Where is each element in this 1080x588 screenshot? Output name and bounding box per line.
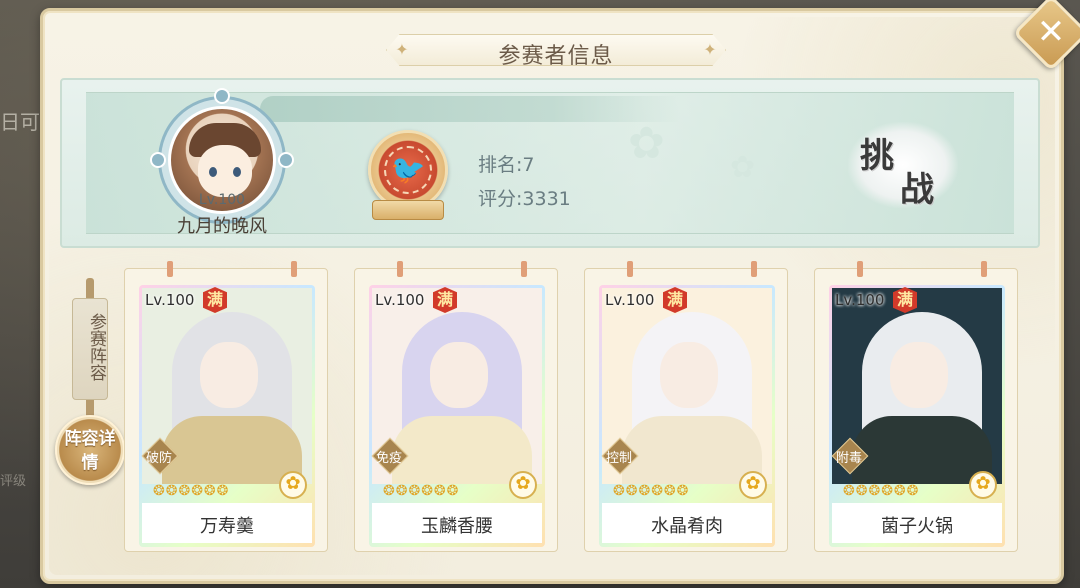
character-face — [430, 342, 488, 408]
player-level: Lv.100 — [198, 192, 246, 208]
star-rating: ❂❂❂❂❂❂ — [613, 483, 690, 499]
card-peg — [751, 261, 757, 277]
challenge-label-2[interactable]: 战 — [900, 162, 934, 211]
card-name-bar: 玉麟香腰 — [372, 503, 542, 543]
character-face — [200, 342, 258, 408]
card-level: Lv.100 — [375, 291, 425, 309]
lineup-card-slot: Lv.100 满 免疫 ❂❂❂❂❂❂ ✿ 玉麟香腰 — [354, 261, 558, 552]
character-body — [392, 416, 532, 484]
card-peg — [167, 261, 173, 277]
card-name-bar: 万寿羹 — [142, 503, 312, 543]
lineup-card-slot: Lv.100 满 破防 ❂❂❂❂❂❂ ✿ 万寿羹 — [124, 261, 328, 552]
card-peg — [627, 261, 633, 277]
flower-element-icon: ✿ — [279, 471, 307, 499]
phoenix-icon: 🐦 — [384, 146, 432, 194]
character-body — [852, 416, 992, 484]
character-card[interactable]: Lv.100 满 附毒 ❂❂❂❂❂❂ ✿ 菌子火锅 — [829, 285, 1005, 547]
lineup-detail-label[interactable]: 阵容详情 — [61, 427, 119, 475]
close-icon[interactable]: ✕ — [1024, 6, 1078, 60]
skill-tag: 附毒 — [829, 437, 869, 475]
lineup-label-text: 参赛阵容 — [86, 313, 106, 381]
star-rating: ❂❂❂❂❂❂ — [153, 483, 230, 499]
star-rating: ❂❂❂❂❂❂ — [843, 483, 920, 499]
player-score: 评分:3331 — [478, 188, 571, 210]
character-card[interactable]: Lv.100 满 控制 ❂❂❂❂❂❂ ✿ 水晶肴肉 — [599, 285, 775, 547]
character-card[interactable]: Lv.100 满 免疫 ❂❂❂❂❂❂ ✿ 玉麟香腰 — [369, 285, 545, 547]
dialog-title: 参赛者信息 — [498, 44, 614, 69]
lineup-card-slot: Lv.100 满 附毒 ❂❂❂❂❂❂ ✿ 菌子火锅 — [814, 261, 1018, 552]
card-name-bar: 水晶肴肉 — [602, 503, 772, 543]
background-text: 日可 — [0, 110, 40, 134]
player-name: 九月的晚风 — [177, 216, 267, 237]
flower-decoration-icon: ✿ — [628, 118, 665, 169]
avatar-face — [198, 145, 252, 197]
character-name: 万寿羹 — [200, 516, 254, 537]
skill-tag-label: 免疫 — [375, 451, 402, 466]
wave-decoration — [260, 96, 680, 122]
skill-tag: 免疫 — [369, 437, 409, 475]
card-peg — [857, 261, 863, 277]
character-face — [890, 342, 948, 408]
emblem-ribbon — [372, 200, 444, 220]
background-text-2: 评级 — [0, 474, 27, 489]
card-name-bar: 菌子火锅 — [832, 503, 1002, 543]
character-card[interactable]: Lv.100 满 破防 ❂❂❂❂❂❂ ✿ 万寿羹 — [139, 285, 315, 547]
flower-element-icon: ✿ — [739, 471, 767, 499]
avatar-knob — [214, 88, 230, 104]
skill-tag-label: 控制 — [605, 451, 632, 466]
avatar-knob — [278, 152, 294, 168]
max-badge: 满 — [663, 287, 687, 313]
max-badge: 满 — [893, 287, 917, 313]
max-badge: 满 — [433, 287, 457, 313]
star-rating: ❂❂❂❂❂❂ — [383, 483, 460, 499]
card-peg — [397, 261, 403, 277]
character-face — [660, 342, 718, 408]
flower-decoration-icon: ✿ — [730, 150, 756, 185]
skill-tag: 破防 — [139, 437, 179, 475]
skill-tag-label: 附毒 — [835, 451, 862, 466]
character-body — [622, 416, 762, 484]
card-level: Lv.100 — [835, 291, 885, 309]
skill-tag: 控制 — [599, 437, 639, 475]
card-peg — [291, 261, 297, 277]
max-badge: 满 — [203, 287, 227, 313]
lineup-label: 参赛阵容 — [72, 298, 108, 400]
character-name: 水晶肴肉 — [651, 516, 723, 537]
challenge-label-1[interactable]: 挑 — [860, 128, 894, 177]
avatar-eye — [209, 167, 217, 177]
title-banner: ✦ ✦ 参赛者信息 — [366, 30, 746, 70]
avatar-knob — [150, 152, 166, 168]
character-name: 菌子火锅 — [881, 516, 953, 537]
card-peg — [981, 261, 987, 277]
card-level: Lv.100 — [605, 291, 655, 309]
lineup-card-slot: Lv.100 满 控制 ❂❂❂❂❂❂ ✿ 水晶肴肉 — [584, 261, 788, 552]
flower-element-icon: ✿ — [509, 471, 537, 499]
avatar-eye — [233, 167, 241, 177]
character-name: 玉麟香腰 — [421, 516, 493, 537]
skill-tag-label: 破防 — [145, 451, 172, 466]
character-body — [162, 416, 302, 484]
card-level: Lv.100 — [145, 291, 195, 309]
card-peg — [521, 261, 527, 277]
flower-element-icon: ✿ — [969, 471, 997, 499]
lineup-detail-button[interactable]: 阵容详情 — [55, 415, 125, 485]
player-rank: 排名:7 — [478, 154, 535, 176]
